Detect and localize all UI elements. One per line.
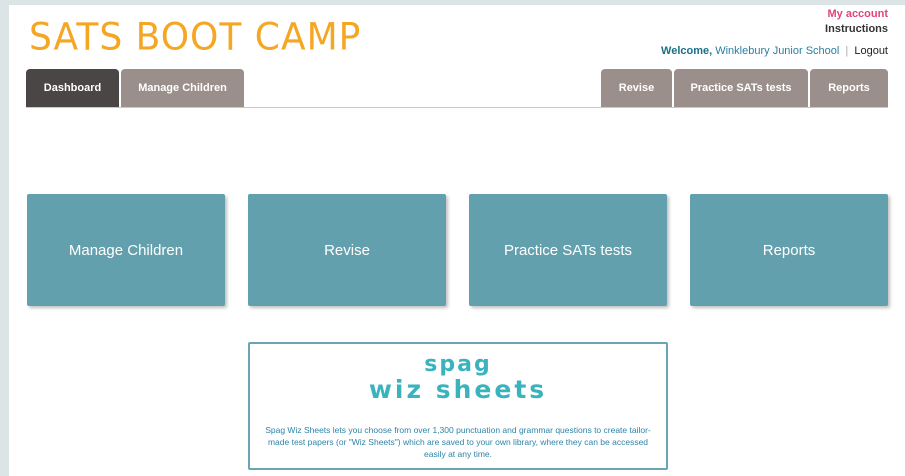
manage-children-tile[interactable]: Manage Children [27,194,225,306]
spag-wiz-sheets-logo: spag wiz sheets [250,354,666,404]
tab-revise[interactable]: Revise [601,69,672,107]
tab-reports[interactable]: Reports [810,69,888,107]
spag-logo-line2: wiz sheets [368,375,548,404]
welcome-line: Welcome, Winklebury Junior School | Logo… [661,44,888,59]
main-nav: Dashboard Manage Children Revise Practic… [26,69,888,108]
tab-practice-sats-tests[interactable]: Practice SATs tests [674,69,808,107]
reports-tile[interactable]: Reports [690,194,888,306]
tab-dashboard[interactable]: Dashboard [26,69,119,107]
separator: | [845,45,849,57]
my-account-link[interactable]: My account [661,7,888,22]
spag-wiz-sheets-banner[interactable]: spag wiz sheets Spag Wiz Sheets lets you… [248,342,668,470]
school-name: Winklebury Junior School [715,45,840,57]
logout-link[interactable]: Logout [854,45,888,57]
spag-description: Spag Wiz Sheets lets you choose from ove… [265,425,651,459]
page: SATS BOOT CAMP My account Instructions W… [9,5,905,476]
account-links: My account Instructions Welcome, Winkleb… [661,7,888,59]
tab-manage-children[interactable]: Manage Children [121,69,244,107]
instructions-link[interactable]: Instructions [661,22,888,37]
welcome-label: Welcome, [661,45,713,57]
spag-logo-line1: spag [424,352,492,377]
site-logo[interactable]: SATS BOOT CAMP [29,16,361,59]
practice-sats-tests-tile[interactable]: Practice SATs tests [469,194,667,306]
revise-tile[interactable]: Revise [248,194,446,306]
